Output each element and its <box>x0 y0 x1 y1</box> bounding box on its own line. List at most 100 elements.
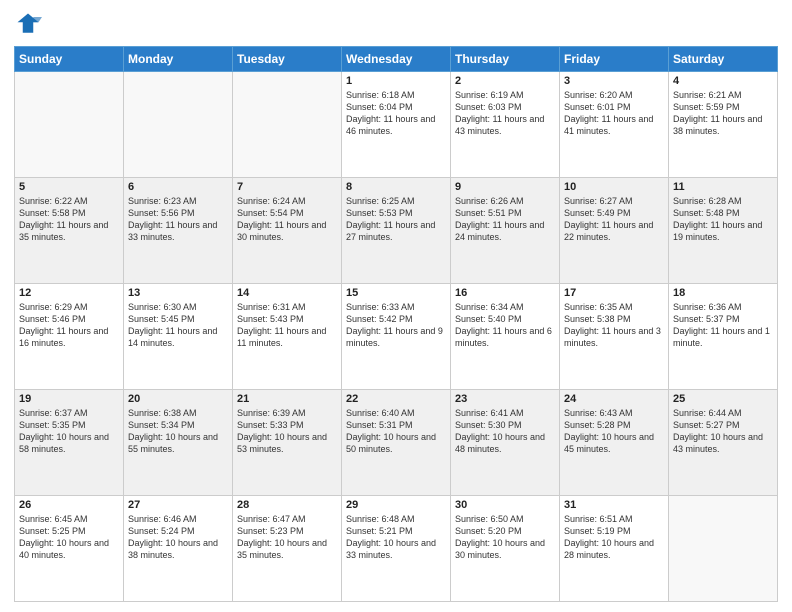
day-number: 17 <box>564 287 664 299</box>
day-number: 5 <box>19 181 119 193</box>
weekday-header-friday: Friday <box>560 47 669 72</box>
calendar-cell: 2 Sunrise: 6:19 AM Sunset: 6:03 PM Daylig… <box>451 72 560 178</box>
calendar-cell: 12 Sunrise: 6:29 AM Sunset: 5:46 PM Dayli… <box>15 284 124 390</box>
day-number: 21 <box>237 393 337 405</box>
day-info: Sunrise: 6:23 AM Sunset: 5:56 PM Dayligh… <box>128 195 228 244</box>
day-info: Sunrise: 6:25 AM Sunset: 5:53 PM Dayligh… <box>346 195 446 244</box>
day-info: Sunrise: 6:45 AM Sunset: 5:25 PM Dayligh… <box>19 513 119 562</box>
calendar-cell <box>669 496 778 602</box>
day-info: Sunrise: 6:31 AM Sunset: 5:43 PM Dayligh… <box>237 301 337 350</box>
calendar-cell: 19 Sunrise: 6:37 AM Sunset: 5:35 PM Dayli… <box>15 390 124 496</box>
calendar-cell: 17Sunrise: 6:35 AM Sunset: 5:38 PM Dayli… <box>560 284 669 390</box>
calendar-cell: 31 Sunrise: 6:51 AM Sunset: 5:19 PM Dayli… <box>560 496 669 602</box>
day-number: 16 <box>455 287 555 299</box>
calendar-cell: 24Sunrise: 6:43 AM Sunset: 5:28 PM Dayli… <box>560 390 669 496</box>
day-number: 20 <box>128 393 228 405</box>
calendar-cell: 30Sunrise: 6:50 AM Sunset: 5:20 PM Dayli… <box>451 496 560 602</box>
day-info: Sunrise: 6:19 AM Sunset: 6:03 PM Dayligh… <box>455 89 555 138</box>
day-info: Sunrise: 6:44 AM Sunset: 5:27 PM Dayligh… <box>673 407 773 456</box>
day-info: Sunrise: 6:51 AM Sunset: 5:19 PM Dayligh… <box>564 513 664 562</box>
day-number: 25 <box>673 393 773 405</box>
day-number: 19 <box>19 393 119 405</box>
calendar-cell: 21 Sunrise: 6:39 AM Sunset: 5:33 PM Dayli… <box>233 390 342 496</box>
day-info: Sunrise: 6:28 AM Sunset: 5:48 PM Dayligh… <box>673 195 773 244</box>
weekday-header-monday: Monday <box>124 47 233 72</box>
logo <box>14 10 46 38</box>
weekday-header-wednesday: Wednesday <box>342 47 451 72</box>
calendar-table: SundayMondayTuesdayWednesdayThursdayFrid… <box>14 46 778 602</box>
day-info: Sunrise: 6:33 AM Sunset: 5:42 PM Dayligh… <box>346 301 446 350</box>
calendar-cell: 25 Sunrise: 6:44 AM Sunset: 5:27 PM Dayli… <box>669 390 778 496</box>
day-info: Sunrise: 6:41 AM Sunset: 5:30 PM Dayligh… <box>455 407 555 456</box>
day-number: 31 <box>564 499 664 511</box>
day-info: Sunrise: 6:50 AM Sunset: 5:20 PM Dayligh… <box>455 513 555 562</box>
day-number: 8 <box>346 181 446 193</box>
day-info: Sunrise: 6:40 AM Sunset: 5:31 PM Dayligh… <box>346 407 446 456</box>
weekday-header-thursday: Thursday <box>451 47 560 72</box>
day-number: 12 <box>19 287 119 299</box>
day-info: Sunrise: 6:30 AM Sunset: 5:45 PM Dayligh… <box>128 301 228 350</box>
day-number: 9 <box>455 181 555 193</box>
calendar-cell: 26 Sunrise: 6:45 AM Sunset: 5:25 PM Dayli… <box>15 496 124 602</box>
day-number: 1 <box>346 75 446 87</box>
page: SundayMondayTuesdayWednesdayThursdayFrid… <box>0 0 792 612</box>
day-number: 26 <box>19 499 119 511</box>
day-number: 2 <box>455 75 555 87</box>
day-number: 7 <box>237 181 337 193</box>
day-number: 11 <box>673 181 773 193</box>
day-info: Sunrise: 6:36 AM Sunset: 5:37 PM Dayligh… <box>673 301 773 350</box>
calendar-cell: 16Sunrise: 6:34 AM Sunset: 5:40 PM Dayli… <box>451 284 560 390</box>
calendar-cell: 20Sunrise: 6:38 AM Sunset: 5:34 PM Dayli… <box>124 390 233 496</box>
calendar-cell: 4 Sunrise: 6:21 AM Sunset: 5:59 PM Daylig… <box>669 72 778 178</box>
day-number: 10 <box>564 181 664 193</box>
day-info: Sunrise: 6:27 AM Sunset: 5:49 PM Dayligh… <box>564 195 664 244</box>
calendar-cell: 11 Sunrise: 6:28 AM Sunset: 5:48 PM Dayli… <box>669 178 778 284</box>
day-info: Sunrise: 6:48 AM Sunset: 5:21 PM Dayligh… <box>346 513 446 562</box>
day-number: 18 <box>673 287 773 299</box>
day-number: 22 <box>346 393 446 405</box>
calendar-cell: 22 Sunrise: 6:40 AM Sunset: 5:31 PM Dayli… <box>342 390 451 496</box>
week-row-3: 19 Sunrise: 6:37 AM Sunset: 5:35 PM Dayli… <box>15 390 778 496</box>
day-info: Sunrise: 6:46 AM Sunset: 5:24 PM Dayligh… <box>128 513 228 562</box>
calendar-cell: 3Sunrise: 6:20 AM Sunset: 6:01 PM Daylig… <box>560 72 669 178</box>
logo-icon <box>14 10 42 38</box>
week-row-1: 5 Sunrise: 6:22 AM Sunset: 5:58 PM Daylig… <box>15 178 778 284</box>
calendar-cell: 14 Sunrise: 6:31 AM Sunset: 5:43 PM Dayli… <box>233 284 342 390</box>
day-number: 29 <box>346 499 446 511</box>
header <box>14 10 778 38</box>
calendar-cell: 23 Sunrise: 6:41 AM Sunset: 5:30 PM Dayli… <box>451 390 560 496</box>
calendar-cell: 1 Sunrise: 6:18 AM Sunset: 6:04 PM Daylig… <box>342 72 451 178</box>
calendar-cell: 27 Sunrise: 6:46 AM Sunset: 5:24 PM Dayli… <box>124 496 233 602</box>
day-info: Sunrise: 6:47 AM Sunset: 5:23 PM Dayligh… <box>237 513 337 562</box>
day-info: Sunrise: 6:29 AM Sunset: 5:46 PM Dayligh… <box>19 301 119 350</box>
day-info: Sunrise: 6:39 AM Sunset: 5:33 PM Dayligh… <box>237 407 337 456</box>
calendar-cell: 29 Sunrise: 6:48 AM Sunset: 5:21 PM Dayli… <box>342 496 451 602</box>
day-number: 4 <box>673 75 773 87</box>
day-number: 23 <box>455 393 555 405</box>
day-info: Sunrise: 6:37 AM Sunset: 5:35 PM Dayligh… <box>19 407 119 456</box>
day-number: 13 <box>128 287 228 299</box>
day-info: Sunrise: 6:22 AM Sunset: 5:58 PM Dayligh… <box>19 195 119 244</box>
day-info: Sunrise: 6:20 AM Sunset: 6:01 PM Dayligh… <box>564 89 664 138</box>
calendar-cell: 9 Sunrise: 6:26 AM Sunset: 5:51 PM Daylig… <box>451 178 560 284</box>
day-number: 28 <box>237 499 337 511</box>
day-number: 14 <box>237 287 337 299</box>
calendar-cell: 15Sunrise: 6:33 AM Sunset: 5:42 PM Dayli… <box>342 284 451 390</box>
day-number: 27 <box>128 499 228 511</box>
calendar-cell: 13 Sunrise: 6:30 AM Sunset: 5:45 PM Dayli… <box>124 284 233 390</box>
calendar-cell: 18 Sunrise: 6:36 AM Sunset: 5:37 PM Dayli… <box>669 284 778 390</box>
day-info: Sunrise: 6:24 AM Sunset: 5:54 PM Dayligh… <box>237 195 337 244</box>
week-row-2: 12 Sunrise: 6:29 AM Sunset: 5:46 PM Dayli… <box>15 284 778 390</box>
week-row-0: 1 Sunrise: 6:18 AM Sunset: 6:04 PM Daylig… <box>15 72 778 178</box>
calendar-cell <box>15 72 124 178</box>
week-row-4: 26 Sunrise: 6:45 AM Sunset: 5:25 PM Dayli… <box>15 496 778 602</box>
day-number: 6 <box>128 181 228 193</box>
calendar-cell: 10 Sunrise: 6:27 AM Sunset: 5:49 PM Dayli… <box>560 178 669 284</box>
day-info: Sunrise: 6:26 AM Sunset: 5:51 PM Dayligh… <box>455 195 555 244</box>
weekday-header-tuesday: Tuesday <box>233 47 342 72</box>
calendar-cell: 7 Sunrise: 6:24 AM Sunset: 5:54 PM Daylig… <box>233 178 342 284</box>
calendar-cell <box>124 72 233 178</box>
day-info: Sunrise: 6:18 AM Sunset: 6:04 PM Dayligh… <box>346 89 446 138</box>
day-info: Sunrise: 6:21 AM Sunset: 5:59 PM Dayligh… <box>673 89 773 138</box>
weekday-header-sunday: Sunday <box>15 47 124 72</box>
